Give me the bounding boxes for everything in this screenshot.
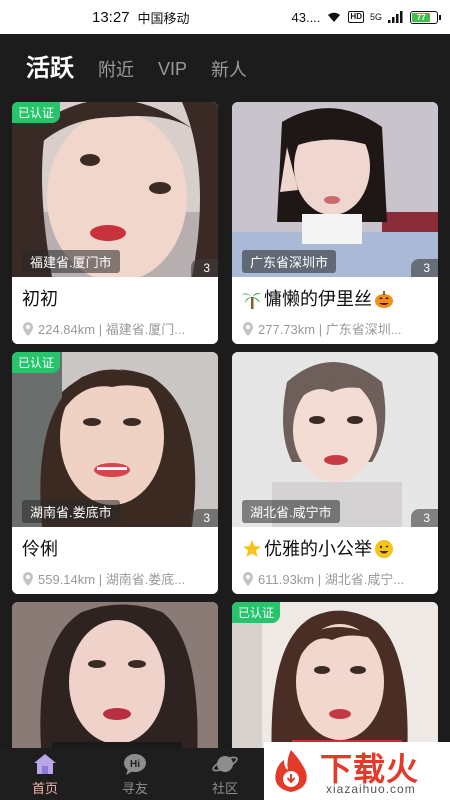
pumpkin-emoji [375, 291, 393, 308]
tab-new[interactable]: 新人 [211, 48, 247, 82]
palm-tree-emoji [242, 293, 262, 309]
planet-icon [212, 755, 238, 772]
photo-count: 3 [411, 509, 438, 527]
user-photo[interactable]: 广东省深圳市 3 [232, 102, 438, 277]
fire-logo-icon [275, 750, 307, 792]
app-screen: 13:27 中国移动 43.... HD 5G 77 活跃 附近 VIP 新人 [0, 0, 450, 800]
distance-row: 277.73km | 广东省深圳... [242, 319, 428, 338]
location-pin-icon [243, 321, 253, 336]
user-name-text: 初初 [22, 289, 58, 309]
home-icon [34, 753, 56, 774]
card-info: 慵懒的伊里丝 277.73km | 广东省深圳... [232, 277, 438, 344]
distance-text: 224.84km | 福建省.厦门... [38, 322, 186, 337]
hd-badge: HD [348, 11, 364, 23]
user-card[interactable]: 广东省深圳市 3 慵懒的伊里丝 277.73km | 广东省深圳... [232, 102, 438, 344]
distance-row: 224.84km | 福建省.厦门... [22, 319, 208, 338]
user-card[interactable]: 湖北省.咸宁市 3 优雅的小公举 611.93km | 湖北省.咸宁... [232, 352, 438, 594]
user-photo[interactable]: 已认证 [232, 602, 438, 762]
photo-count: 3 [191, 509, 218, 527]
user-name-text: 伶俐 [22, 539, 58, 559]
card-info: 初初 224.84km | 福建省.厦门... [12, 277, 218, 344]
location-tag: 广东省深圳市 [242, 250, 337, 273]
location-pin-icon [23, 571, 33, 586]
user-photo[interactable]: 已认证 福建省.厦门市 3 [12, 102, 218, 277]
watermark: 下载火 xiazaihuo.com [264, 742, 450, 800]
signal-icon [388, 11, 403, 23]
verified-badge: 已认证 [12, 352, 61, 373]
nav-find-friends[interactable]: Hi 寻友 [90, 748, 180, 800]
user-photo[interactable]: 湖北省.咸宁市 3 [232, 352, 438, 527]
distance-text: 559.14km | 湖南省.娄底... [38, 572, 186, 587]
user-photo[interactable] [12, 602, 218, 762]
user-card[interactable]: 已认证 湖南省.娄底市 3 伶俐 559.14km | 湖南省.娄底... [12, 352, 218, 594]
verified-badge: 已认证 [12, 102, 61, 123]
user-name: 慵懒的伊里丝 [242, 287, 428, 311]
location-tag: 福建省.厦门市 [22, 250, 120, 273]
nav-community[interactable]: 社区 [180, 748, 270, 800]
user-name-text: 慵懒的伊里丝 [264, 289, 372, 309]
verified-badge: 已认证 [232, 602, 281, 623]
distance-text: 277.73km | 广东省深圳... [258, 322, 402, 337]
status-bar: 13:27 中国移动 43.... HD 5G 77 [0, 0, 450, 34]
tab-active[interactable]: 活跃 [26, 48, 74, 83]
distance-row: 559.14km | 湖南省.娄底... [22, 569, 208, 588]
top-tabs: 活跃 附近 VIP 新人 [0, 34, 450, 96]
battery-level: 77 [412, 12, 431, 22]
user-name-text: 优雅的小公举 [264, 539, 372, 559]
svg-text:Hi: Hi [130, 759, 140, 770]
user-card[interactable]: 已认证 福建省.厦门市 3 初初 224.84km | 福建省.厦门... [12, 102, 218, 344]
nav-home-label: 首页 [31, 780, 58, 796]
hi-chat-icon: Hi [124, 753, 146, 775]
location-pin-icon [23, 321, 33, 336]
card-info: 伶俐 559.14km | 湖南省.娄底... [12, 527, 218, 594]
status-time: 13:27 [92, 8, 130, 26]
user-name: 伶俐 [22, 537, 208, 561]
tab-nearby[interactable]: 附近 [98, 48, 134, 82]
battery-icon: 77 [410, 10, 441, 24]
wifi-icon [328, 12, 341, 22]
watermark-url: xiazaihuo.com [326, 782, 416, 796]
location-tag: 湖北省.咸宁市 [242, 500, 340, 523]
nav-find-friends-label: 寻友 [121, 780, 148, 796]
smile-emoji [375, 540, 393, 558]
location-tag: 湖南省.娄底市 [22, 500, 120, 523]
glowing-star-emoji [243, 540, 261, 557]
distance-row: 611.93km | 湖北省.咸宁... [242, 569, 428, 588]
user-photo[interactable]: 已认证 湖南省.娄底市 3 [12, 352, 218, 527]
card-info: 优雅的小公举 611.93km | 湖北省.咸宁... [232, 527, 438, 594]
user-name: 优雅的小公举 [242, 537, 428, 561]
user-name: 初初 [22, 287, 208, 311]
tab-vip[interactable]: VIP [158, 51, 187, 80]
status-right-icons: 43.... HD 5G 77 [291, 9, 441, 25]
status-carrier: 中国移动 [137, 10, 190, 26]
location-pin-icon [243, 571, 253, 586]
signal-type: 5G [369, 12, 382, 22]
user-card[interactable]: 已认证 [232, 602, 438, 762]
user-card[interactable] [12, 602, 218, 762]
photo-count: 3 [191, 259, 218, 277]
nav-community-label: 社区 [211, 780, 238, 796]
nav-home[interactable]: 首页 [0, 748, 90, 800]
net-speed: 43.... [291, 9, 321, 25]
distance-text: 611.93km | 湖北省.咸宁... [258, 572, 405, 587]
photo-count: 3 [411, 259, 438, 277]
